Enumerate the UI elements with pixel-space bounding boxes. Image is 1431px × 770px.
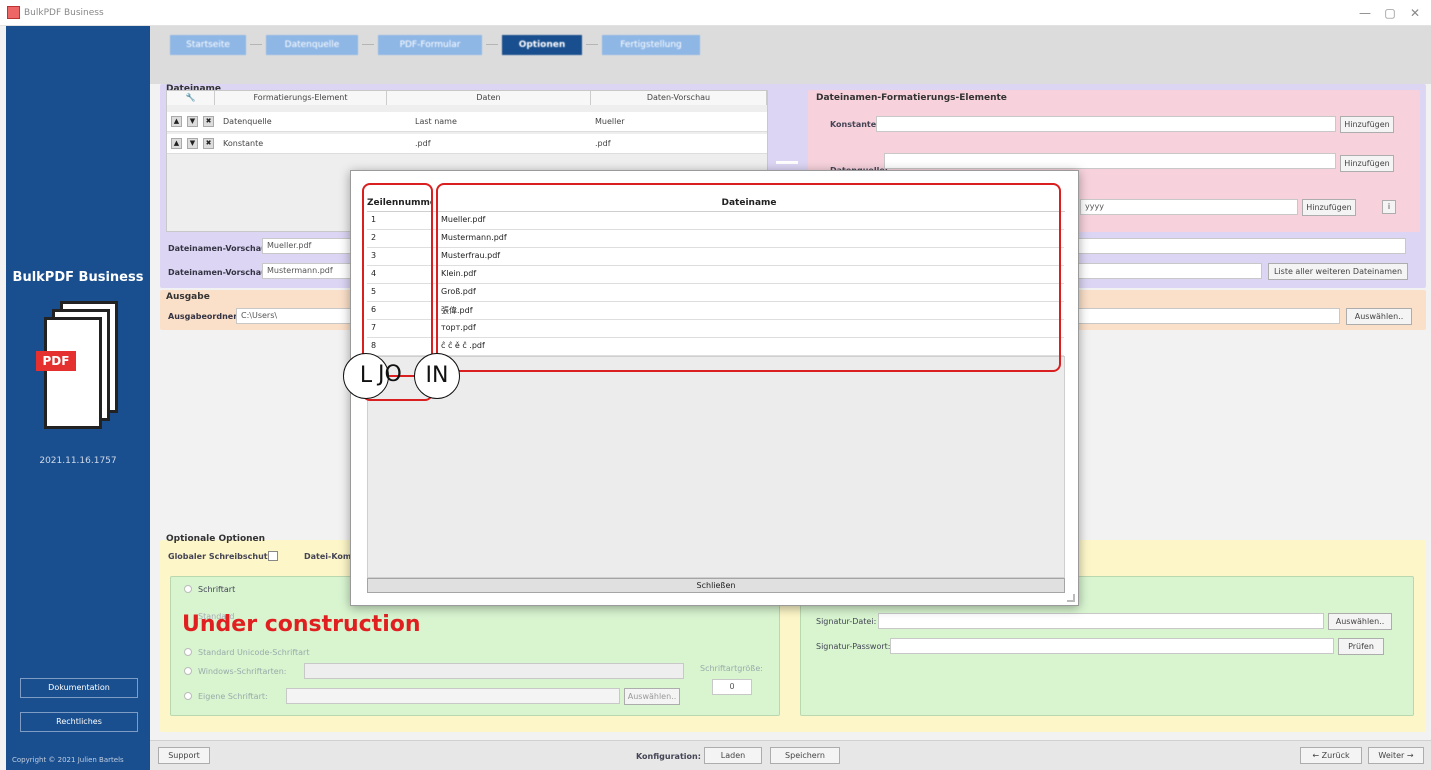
window-titlebar: BulkPDF Business — ▢ ✕	[0, 0, 1431, 26]
move-down-icon[interactable]: ▼	[187, 116, 198, 127]
copyright-text: Copyright © 2021 Julien Bartels	[12, 756, 124, 764]
select-signature-button[interactable]: Auswählen..	[1328, 613, 1392, 630]
font-windows-label: Windows-Schriftarten:	[198, 667, 287, 676]
grid-row[interactable]: ▲ ▼ ✖ Datenquelle Last name Mueller	[167, 112, 767, 132]
grid-cell-data: .pdf	[415, 139, 431, 148]
documentation-button[interactable]: Dokumentation	[20, 678, 138, 698]
pdf-document-icon: PDF	[36, 301, 118, 431]
move-up-icon[interactable]: ▲	[171, 138, 182, 149]
select-output-folder-button[interactable]: Auswählen..	[1346, 308, 1412, 325]
write-protect-label: Globaler Schreibschutz:	[168, 552, 276, 561]
font-windows-radio[interactable]	[184, 667, 192, 675]
maximize-button[interactable]: ▢	[1380, 6, 1400, 20]
delete-icon[interactable]: ✖	[203, 116, 214, 127]
save-config-button[interactable]: Speichern	[770, 747, 840, 764]
tab-datenquelle[interactable]: Datenquelle	[266, 35, 358, 55]
signature-password-label: Signatur-Passwort:	[816, 642, 891, 651]
list-all-filenames-button[interactable]: Liste aller weiteren Dateinamen	[1268, 263, 1408, 280]
font-own-input[interactable]	[286, 688, 620, 704]
output-folder-label: Ausgabeordner:	[168, 312, 241, 321]
font-unicode-label: Standard Unicode-Schriftart	[198, 648, 310, 657]
add-source-button[interactable]: Hinzufügen	[1340, 155, 1394, 172]
write-protect-checkbox[interactable]	[268, 551, 278, 561]
config-label: Konfiguration:	[636, 752, 701, 761]
source-select[interactable]	[884, 153, 1336, 169]
font-unicode-radio[interactable]	[184, 648, 192, 656]
bottom-bar: Support Konfiguration: Laden Speichern ←…	[150, 740, 1431, 770]
info-icon[interactable]: i	[1382, 200, 1396, 214]
font-size-input[interactable]: 0	[712, 679, 752, 695]
grid-row[interactable]: ▲ ▼ ✖ Konstante .pdf .pdf	[167, 134, 767, 154]
annotation-connector-text: JO	[378, 362, 402, 387]
tab-startseite[interactable]: Startseite	[170, 35, 246, 55]
window-title: BulkPDF Business	[24, 8, 104, 18]
font-windows-select[interactable]	[304, 663, 684, 679]
close-window-button[interactable]: ✕	[1405, 6, 1425, 20]
move-down-icon[interactable]: ▼	[187, 138, 198, 149]
delete-icon[interactable]: ✖	[203, 138, 214, 149]
resize-grip-icon[interactable]	[1067, 594, 1075, 602]
font-own-radio[interactable]	[184, 692, 192, 700]
format-elements-title: Dateinamen-Formatierungs-Elemente	[816, 93, 1007, 103]
signature-file-label: Signatur-Datei:	[816, 617, 877, 626]
wizard-tabs: Startseite Datenquelle PDF-Formular Opti…	[150, 26, 1431, 84]
sidebar-app-name: BulkPDF Business	[12, 270, 144, 285]
under-construction-text: Under construction	[182, 612, 421, 637]
signature-password-input[interactable]	[890, 638, 1334, 654]
legal-button[interactable]: Rechtliches	[20, 712, 138, 732]
add-counter-button[interactable]: Hinzufügen	[1302, 199, 1356, 216]
add-constant-button[interactable]: Hinzufügen	[1340, 116, 1394, 133]
support-button[interactable]: Support	[158, 747, 210, 764]
back-button[interactable]: ← Zurück	[1300, 747, 1362, 764]
load-config-button[interactable]: Laden	[704, 747, 762, 764]
signature-file-input[interactable]	[878, 613, 1324, 629]
grid-header-preview: Daten-Vorschau	[591, 91, 767, 105]
tab-fertigstellung[interactable]: Fertigstellung	[602, 35, 700, 55]
app-icon	[7, 6, 20, 19]
sidebar: BulkPDF Business PDF 2021.11.16.1757 Dok…	[6, 26, 150, 770]
list-empty-area	[367, 356, 1065, 578]
grid-cell-preview: Mueller	[595, 117, 625, 126]
next-button[interactable]: Weiter →	[1368, 747, 1424, 764]
font-collapse-icon[interactable]	[184, 585, 192, 593]
font-own-label: Eigene Schriftart:	[198, 692, 268, 701]
font-size-label: Schriftartgröße:	[700, 664, 763, 673]
check-signature-button[interactable]: Prüfen	[1338, 638, 1384, 655]
grid-header-data: Daten	[387, 91, 591, 105]
highlight-filename-column	[436, 183, 1061, 372]
font-header: Schriftart	[198, 585, 236, 594]
constant-input[interactable]	[876, 116, 1336, 132]
optional-options-title: Optionale Optionen	[166, 534, 266, 544]
constant-label: Konstante:	[830, 120, 880, 129]
close-dialog-button[interactable]: Schließen	[367, 578, 1065, 593]
minimize-button[interactable]: —	[1355, 6, 1375, 20]
tab-pdf-formular[interactable]: PDF-Formular	[378, 35, 482, 55]
output-title: Ausgabe	[166, 292, 210, 302]
pdf-label: PDF	[36, 351, 76, 371]
grid-cell-preview: .pdf	[595, 139, 611, 148]
select-font-button[interactable]: Auswählen..	[624, 688, 680, 705]
grid-cell-data: Last name	[415, 117, 457, 126]
grid-cell-element: Datenquelle	[223, 117, 272, 126]
tab-optionen[interactable]: Optionen	[502, 35, 582, 55]
counter-format-input[interactable]: yyyy	[1080, 199, 1298, 215]
annotation-circle-right: IN	[414, 353, 460, 399]
arrow-left-icon	[776, 161, 798, 164]
grid-header-element: Formatierungs-Element	[215, 91, 387, 105]
wrench-icon: 🔧	[167, 91, 215, 105]
version-label: 2021.11.16.1757	[39, 456, 117, 466]
move-up-icon[interactable]: ▲	[171, 116, 182, 127]
grid-cell-element: Konstante	[223, 139, 264, 148]
